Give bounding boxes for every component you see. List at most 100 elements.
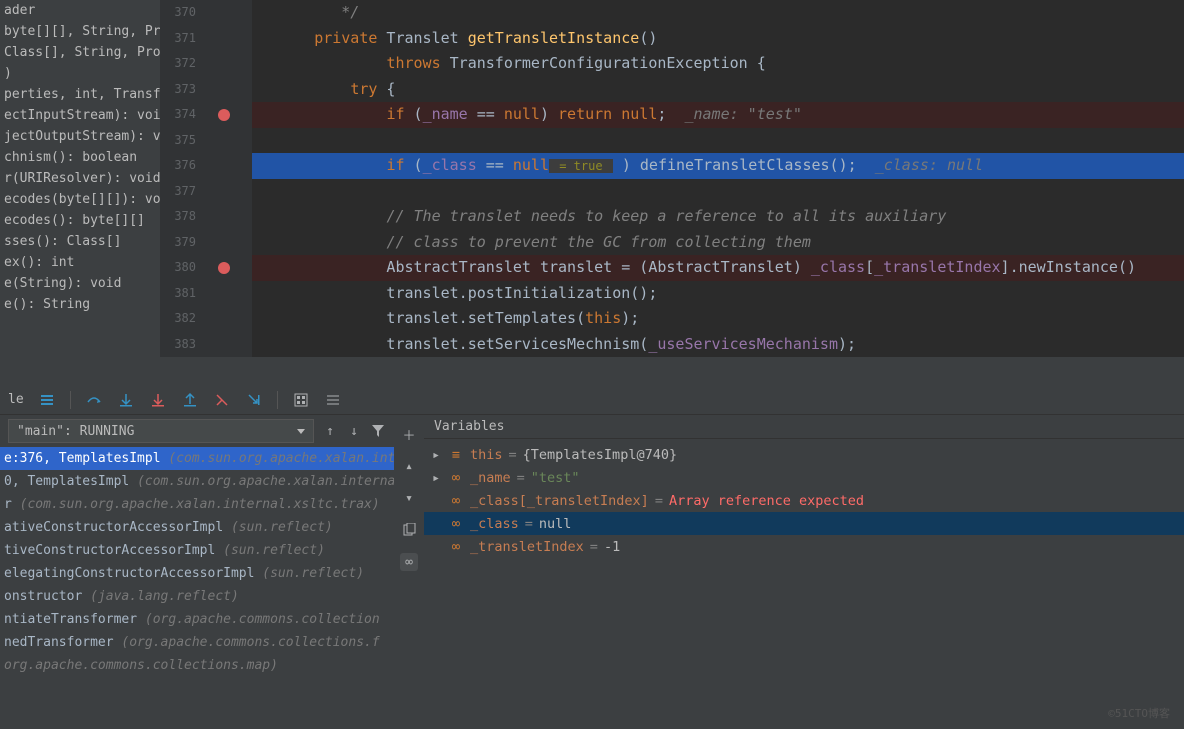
frames-header: "main": RUNNING ↑ ↓ [0, 415, 394, 447]
force-step-into-icon[interactable] [149, 391, 167, 409]
plus-icon[interactable]: ＋ [400, 425, 418, 443]
variables-header: Variables [424, 415, 1184, 439]
code-line-373[interactable]: try { [252, 77, 1184, 103]
frame-list[interactable]: e:376, TemplatesImpl (com.sun.org.apache… [0, 447, 394, 729]
line-number[interactable]: 381 [160, 281, 196, 307]
code-line-370[interactable]: */ [252, 0, 1184, 26]
line-number[interactable]: 380 [160, 255, 196, 281]
line-number[interactable]: 375 [160, 128, 196, 154]
variable-row[interactable]: ∞_class = null [424, 512, 1184, 535]
step-into-icon[interactable] [117, 391, 135, 409]
line-number[interactable]: 377 [160, 179, 196, 205]
stack-frame[interactable]: elegatingConstructorAccessorImpl (sun.re… [0, 562, 394, 585]
structure-item[interactable]: perties, int, Transform [0, 84, 160, 105]
divider [0, 357, 1184, 385]
line-number[interactable]: 379 [160, 230, 196, 256]
separator [70, 391, 71, 409]
debug-panel: "main": RUNNING ↑ ↓ e:376, TemplatesImpl… [0, 415, 1184, 729]
code-line-378[interactable]: // The translet needs to keep a referenc… [252, 204, 1184, 230]
stack-frame[interactable]: ativeConstructorAccessorImpl (sun.reflec… [0, 516, 394, 539]
line-number[interactable]: 370 [160, 0, 196, 26]
code-line-371[interactable]: private Translet getTransletInstance() [252, 26, 1184, 52]
code-line-375[interactable] [252, 128, 1184, 154]
breakpoint-icon[interactable] [218, 109, 230, 121]
structure-item[interactable]: ader [0, 0, 160, 21]
stack-frame[interactable]: tiveConstructorAccessorImpl (sun.reflect… [0, 539, 394, 562]
expand-icon[interactable]: ▸ [432, 470, 442, 486]
scroll-down-icon[interactable]: ▾ [400, 489, 418, 507]
thread-selector[interactable]: "main": RUNNING [8, 419, 314, 443]
structure-item[interactable]: ecodes(byte[][]): void [0, 189, 160, 210]
stack-frame[interactable]: ntiateTransformer (org.apache.commons.co… [0, 608, 394, 631]
stack-frame[interactable]: 0, TemplatesImpl (com.sun.org.apache.xal… [0, 470, 394, 493]
code-editor[interactable]: 3703713723733743753763773783793803813823… [160, 0, 1184, 357]
code-line-377[interactable] [252, 179, 1184, 205]
code-line-382[interactable]: translet.setTemplates(this); [252, 306, 1184, 332]
toolbar-label: le [8, 392, 24, 407]
line-number[interactable]: 373 [160, 77, 196, 103]
watermark: ©51CTO博客 [1108, 705, 1170, 721]
watch-icon[interactable]: ∞ [400, 553, 418, 571]
structure-item[interactable]: sses(): Class[] [0, 231, 160, 252]
drop-frame-icon[interactable] [213, 391, 231, 409]
structure-item[interactable]: ectInputStream): void [0, 105, 160, 126]
line-numbers: 3703713723733743753763773783793803813823… [160, 0, 200, 357]
line-number[interactable]: 378 [160, 204, 196, 230]
expand-icon[interactable]: ▸ [432, 447, 442, 463]
line-number[interactable]: 371 [160, 26, 196, 52]
gutter-markers [200, 0, 252, 357]
stack-frame[interactable]: onstructor (java.lang.reflect) [0, 585, 394, 608]
stack-frame[interactable]: org.apache.commons.collections.map) [0, 654, 394, 677]
code-line-381[interactable]: translet.postInitialization(); [252, 281, 1184, 307]
line-number[interactable]: 383 [160, 332, 196, 358]
stack-frame[interactable]: e:376, TemplatesImpl (com.sun.org.apache… [0, 447, 394, 470]
code-line-380[interactable]: AbstractTranslet translet = (AbstractTra… [252, 255, 1184, 281]
structure-item[interactable]: ex(): int [0, 252, 160, 273]
variable-row[interactable]: ▸∞_name = "test" [424, 466, 1184, 489]
gutter: 3703713723733743753763773783793803813823… [160, 0, 252, 357]
structure-item[interactable]: Class[], String, Prope [0, 42, 160, 63]
frames-side-buttons: ＋ ▴ ▾ ∞ [394, 415, 424, 729]
variable-row[interactable]: ▸≡this = {TemplatesImpl@740} [424, 443, 1184, 466]
copy-icon[interactable] [400, 521, 418, 539]
stack-frame[interactable]: nedTransformer (org.apache.commons.colle… [0, 631, 394, 654]
trace-icon[interactable] [324, 391, 342, 409]
structure-item[interactable]: e(): String [0, 294, 160, 315]
step-out-icon[interactable] [181, 391, 199, 409]
variables-list[interactable]: ▸≡this = {TemplatesImpl@740}▸∞_name = "t… [424, 439, 1184, 562]
code-line-379[interactable]: // class to prevent the GC from collecti… [252, 230, 1184, 256]
debug-toolbar: le [0, 385, 1184, 415]
frames-panel: "main": RUNNING ↑ ↓ e:376, TemplatesImpl… [0, 415, 394, 729]
show-exec-point-icon[interactable] [38, 391, 56, 409]
line-number[interactable]: 374 [160, 102, 196, 128]
structure-item[interactable]: chnism(): boolean [0, 147, 160, 168]
code-area[interactable]: */ private Translet getTransletInstance(… [252, 0, 1184, 357]
evaluate-icon[interactable] [292, 391, 310, 409]
step-over-icon[interactable] [85, 391, 103, 409]
structure-item[interactable]: r(URIResolver): void [0, 168, 160, 189]
arrow-up-icon[interactable]: ↑ [322, 423, 338, 439]
arrow-down-icon[interactable]: ↓ [346, 423, 362, 439]
stack-frame[interactable]: r (com.sun.org.apache.xalan.internal.xsl… [0, 493, 394, 516]
run-to-cursor-icon[interactable] [245, 391, 263, 409]
filter-icon[interactable] [370, 423, 386, 439]
code-line-374[interactable]: if (_name == null) return null; _name: "… [252, 102, 1184, 128]
thread-label: "main": RUNNING [17, 424, 134, 439]
line-number[interactable]: 376 [160, 153, 196, 179]
separator [277, 391, 278, 409]
line-number[interactable]: 372 [160, 51, 196, 77]
scroll-up-icon[interactable]: ▴ [400, 457, 418, 475]
code-line-376[interactable]: if (_class == null = true ) defineTransl… [252, 153, 1184, 179]
top-region: aderbyte[][], String, PropeClass[], Stri… [0, 0, 1184, 357]
variable-row[interactable]: ∞_transletIndex = -1 [424, 535, 1184, 558]
line-number[interactable]: 382 [160, 306, 196, 332]
structure-item[interactable]: byte[][], String, Prope [0, 21, 160, 42]
code-line-383[interactable]: translet.setServicesMechnism(_useService… [252, 332, 1184, 358]
breakpoint-icon[interactable] [218, 262, 230, 274]
structure-item[interactable]: ) [0, 63, 160, 84]
code-line-372[interactable]: throws TransformerConfigurationException… [252, 51, 1184, 77]
structure-item[interactable]: ecodes(): byte[][] [0, 210, 160, 231]
variable-row[interactable]: ∞_class[_transletIndex] = Array referenc… [424, 489, 1184, 512]
structure-item[interactable]: jectOutputStream): v [0, 126, 160, 147]
structure-item[interactable]: e(String): void [0, 273, 160, 294]
